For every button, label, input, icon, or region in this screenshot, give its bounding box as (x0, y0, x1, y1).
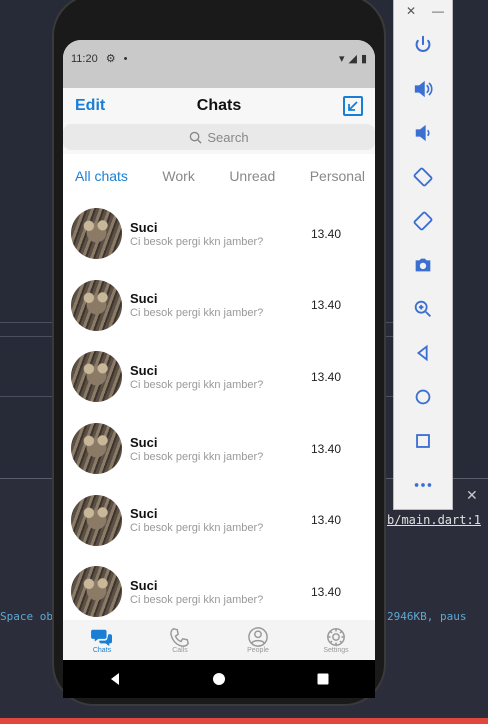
rotate-left-icon[interactable] (408, 162, 438, 192)
volume-up-icon[interactable] (408, 74, 438, 104)
page-title: Chats (196, 97, 242, 114)
camera-icon[interactable] (408, 250, 438, 280)
avatar (71, 566, 122, 618)
avatar (71, 208, 122, 260)
search-icon (190, 131, 202, 144)
chat-time: 13.40 (310, 369, 341, 384)
tab-personal[interactable]: Personal (310, 168, 365, 184)
chat-name: Suci (130, 362, 158, 378)
overview-icon[interactable] (408, 426, 438, 456)
avatar (71, 279, 122, 331)
minimize-icon[interactable]: — (432, 4, 444, 18)
chats-header: Edit Chats (63, 88, 375, 124)
search-input[interactable]: Search (63, 124, 375, 150)
chat-preview: Ci besok pergi kkn jamber? (130, 450, 264, 463)
status-time: 11:20 (71, 52, 98, 65)
list-item[interactable]: Suci Ci besok pergi kkn jamber? 13.40 (63, 484, 375, 556)
chat-time: 13.40 (310, 584, 341, 599)
chat-time: 13.40 (310, 513, 341, 528)
home-icon[interactable] (408, 382, 438, 412)
compose-arrow-icon (348, 101, 358, 111)
signal-icon: ◢ (348, 53, 357, 65)
battery-icon: ▮ (360, 53, 367, 65)
chat-list: Suci Ci besok pergi kkn jamber? 13.40 Su… (63, 198, 375, 628)
nav-tab-label: Calls (172, 646, 188, 654)
nav-tab-calls[interactable]: Calls (150, 627, 210, 654)
settings-gear-icon: ⚙ (105, 53, 116, 65)
tab-all-chats[interactable]: All chats (75, 168, 128, 184)
app-screen: 11:20 ⚙ • ▾ ◢ ▮ Edit Chats Search All ch… (63, 40, 375, 660)
avatar (71, 423, 122, 475)
back-icon[interactable] (108, 672, 122, 686)
wifi-icon: ▾ (338, 53, 345, 65)
console-file-link[interactable]: b/main.dart:1 (387, 513, 481, 527)
edit-button[interactable]: Edit (75, 97, 105, 115)
console-output-right: 2946KB, paus (387, 610, 467, 623)
chat-preview: Ci besok pergi kkn jamber? (130, 378, 264, 391)
volume-down-icon[interactable] (408, 118, 438, 148)
avatar (71, 351, 122, 403)
bottom-navigation: Chats Calls People Settings (63, 620, 375, 660)
chat-preview: Ci besok pergi kkn jamber? (130, 235, 264, 248)
overview-icon[interactable] (316, 672, 330, 686)
chat-preview: Ci besok pergi kkn jamber? (130, 307, 264, 320)
list-item[interactable]: Suci Ci besok pergi kkn jamber? 13.40 (63, 198, 375, 270)
phone-icon (170, 627, 189, 647)
chat-time: 13.40 (310, 441, 341, 456)
power-icon[interactable] (408, 30, 438, 60)
nav-tab-settings[interactable]: Settings (306, 627, 366, 654)
chat-time: 13.40 (310, 298, 341, 313)
console-output-left: Space ob (0, 610, 53, 623)
chat-name: Suci (130, 577, 158, 593)
tab-work[interactable]: Work (162, 168, 194, 184)
chat-bubbles-icon (91, 629, 112, 646)
chat-name: Suci (130, 506, 158, 522)
chat-filter-tabs: All chats Work Unread Personal (63, 154, 375, 198)
list-item[interactable]: Suci Ci besok pergi kkn jamber? 13.40 (63, 413, 375, 485)
emulator-toolbar: ✕ — (393, 0, 453, 510)
nav-tab-label: Chats (92, 646, 112, 654)
list-item[interactable]: Suci Ci besok pergi kkn jamber? 13.40 (63, 270, 375, 342)
nav-tab-label: People (247, 646, 269, 654)
gear-icon (327, 627, 345, 646)
ide-status-strip (0, 718, 488, 724)
list-item[interactable]: Suci Ci besok pergi kkn jamber? 13.40 (63, 556, 375, 628)
zoom-icon[interactable] (408, 294, 438, 324)
nav-tab-label: Settings (323, 646, 349, 654)
chat-preview: Ci besok pergi kkn jamber? (130, 522, 264, 535)
chat-name: Suci (130, 219, 158, 235)
chat-time: 13.40 (310, 226, 341, 241)
back-icon[interactable] (408, 338, 438, 368)
list-item[interactable]: Suci Ci besok pergi kkn jamber? 13.40 (63, 341, 375, 413)
home-icon[interactable] (212, 672, 226, 686)
avatar (71, 494, 122, 546)
status-bar: 11:20 ⚙ • ▾ ◢ ▮ (63, 40, 375, 88)
search-placeholder: Search (207, 129, 249, 145)
chat-name: Suci (130, 434, 158, 450)
rotate-right-icon[interactable] (408, 206, 438, 236)
notification-dot-icon: • (123, 52, 128, 65)
close-icon[interactable]: ✕ (466, 487, 478, 504)
close-icon[interactable]: ✕ (406, 4, 416, 18)
nav-tab-chats[interactable]: Chats (72, 627, 132, 654)
chat-name: Suci (130, 291, 158, 307)
android-navigation-bar (63, 660, 375, 698)
person-icon (248, 626, 268, 647)
more-icon[interactable] (408, 470, 438, 500)
chat-preview: Ci besok pergi kkn jamber? (130, 593, 264, 606)
compose-button[interactable] (343, 96, 363, 116)
tab-unread[interactable]: Unread (229, 168, 275, 184)
nav-tab-people[interactable]: People (228, 626, 288, 654)
